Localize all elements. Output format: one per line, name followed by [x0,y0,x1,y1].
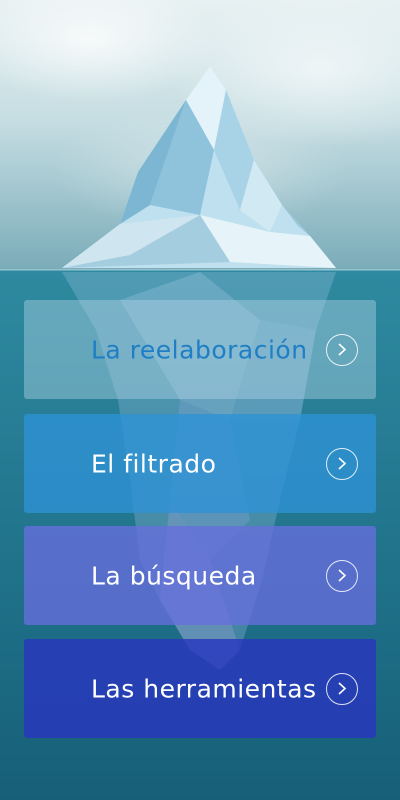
menu-item-label: El filtrado [91,449,217,478]
menu-item-busqueda[interactable]: La búsqueda [24,526,376,625]
chevron-right-icon[interactable] [326,559,358,592]
chevron-right-icon[interactable] [326,333,358,366]
menu-item-reelaboracion[interactable]: La reelaboración [24,300,376,399]
menu-item-label: La reelaboración [91,335,308,364]
menu-item-label: Las herramientas [91,674,317,703]
chevron-right-icon[interactable] [326,672,358,705]
menu-item-herramientas[interactable]: Las herramientas [24,639,376,738]
chevron-right-icon[interactable] [326,447,358,480]
topic-menu: La reelaboración El filtrado La búsqueda… [0,0,400,800]
menu-item-filtrado[interactable]: El filtrado [24,414,376,513]
menu-item-label: La búsqueda [91,561,257,590]
